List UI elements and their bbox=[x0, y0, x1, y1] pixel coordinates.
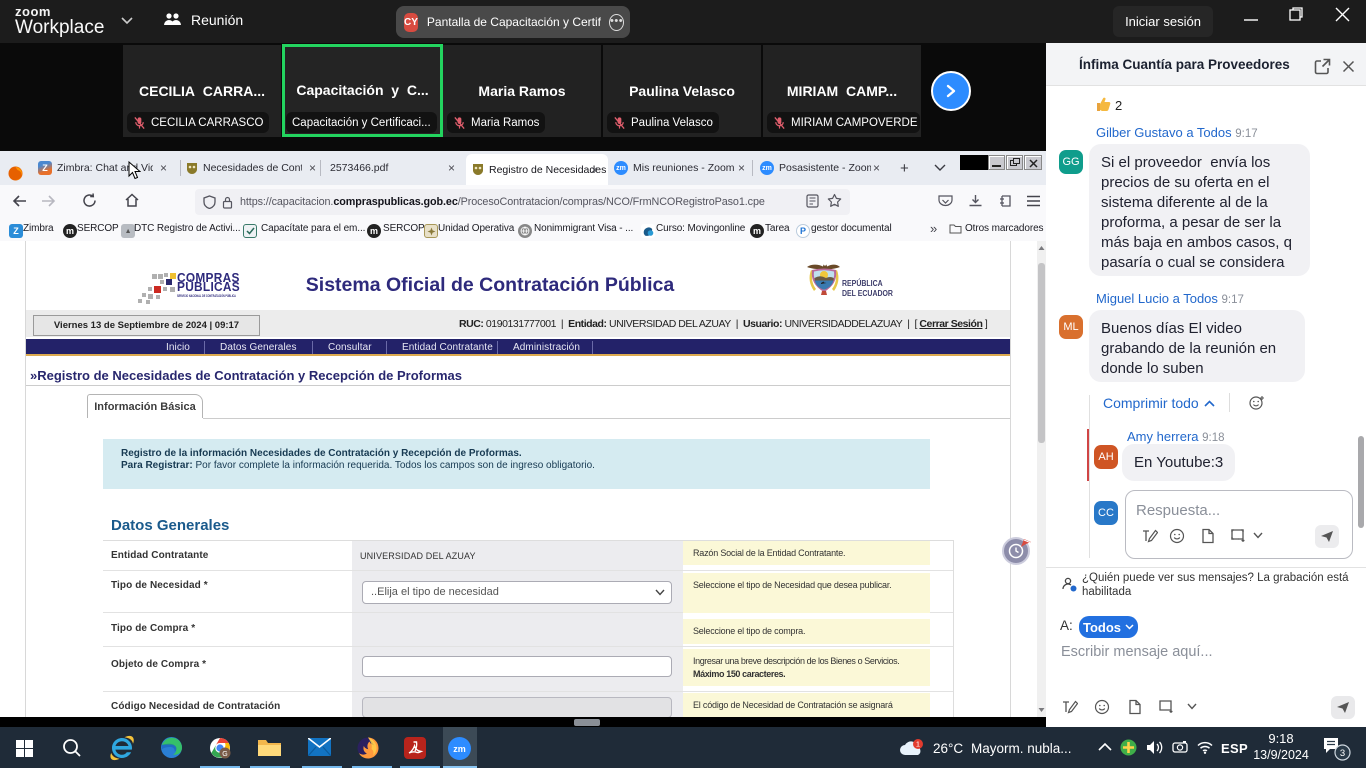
svg-text:1: 1 bbox=[916, 740, 920, 749]
svg-text:zm: zm bbox=[453, 744, 466, 754]
svg-text:3: 3 bbox=[1340, 748, 1345, 759]
svg-text:DEL ECUADOR: DEL ECUADOR bbox=[842, 288, 893, 298]
svg-text:REPÚBLICA: REPÚBLICA bbox=[842, 278, 883, 288]
svg-text:G: G bbox=[222, 751, 227, 758]
